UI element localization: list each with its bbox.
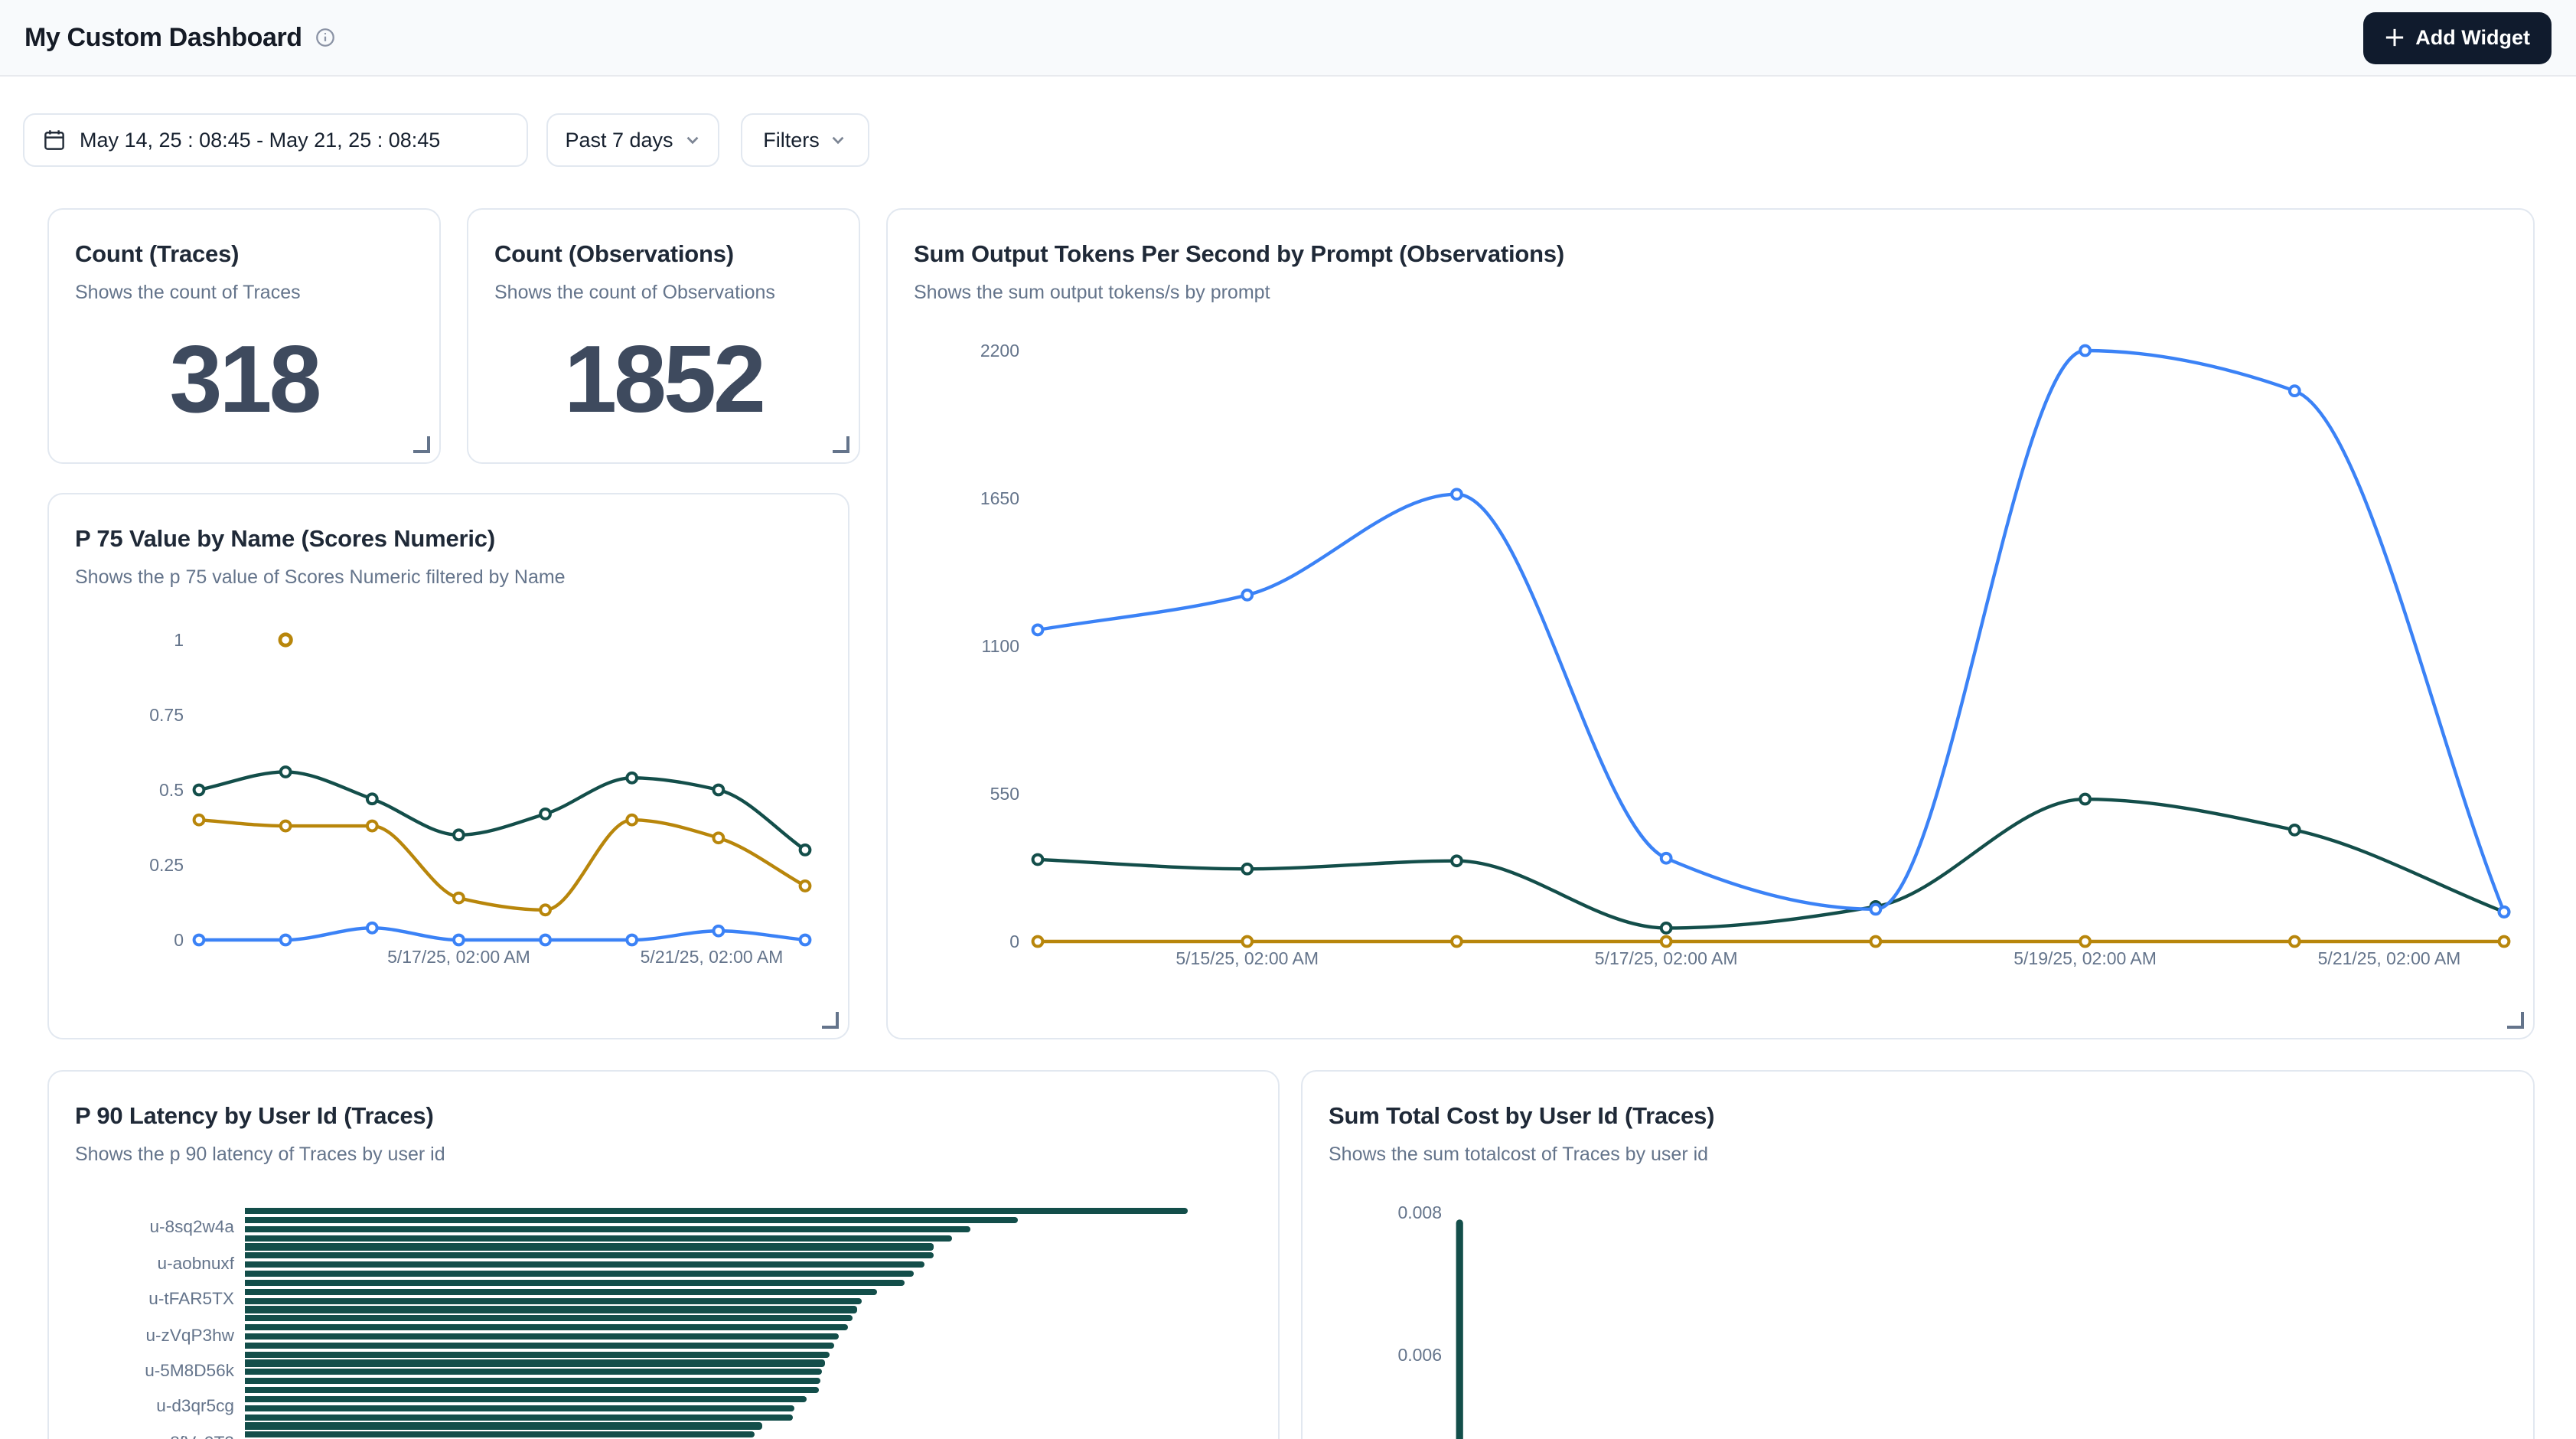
chevron-down-icon	[684, 132, 701, 148]
widget-card-count-traces: Count (Traces) Shows the count of Traces…	[47, 208, 441, 464]
latency-bar	[245, 1414, 793, 1420]
widget-title: Count (Observations)	[494, 242, 859, 269]
user-id-label: u-8fVa9T3	[49, 1434, 234, 1439]
bar-chart-cost: 0.008 0.006	[1303, 1072, 2535, 1439]
latency-bar	[245, 1378, 820, 1384]
time-preset-value: Past 7 days	[565, 129, 673, 152]
user-id-label: u-8sq2w4a	[49, 1219, 234, 1239]
widget-card-p90-latency: P 90 Latency by User Id (Traces) Shows t…	[47, 1070, 1280, 1439]
widget-subtitle: Shows the count of Traces	[75, 282, 413, 303]
filters-label: Filters	[763, 129, 820, 152]
line-chart-tokens: 0 550 1100 1650 2200 5/15/25, 02:00 AM 5/17/25…	[888, 210, 2535, 1039]
svg-text:550: 550	[990, 784, 1019, 804]
resize-handle-icon[interactable]	[2507, 1012, 2524, 1029]
filters-dropdown[interactable]: Filters	[741, 113, 869, 167]
widget-card-p75-scores: P 75 Value by Name (Scores Numeric) Show…	[47, 493, 849, 1039]
info-icon[interactable]	[316, 28, 336, 47]
latency-bar	[245, 1271, 915, 1277]
page-title: My Custom Dashboard	[24, 22, 302, 53]
latency-bar	[245, 1235, 952, 1241]
dashboard-page: My Custom Dashboard Add Widget May 14, 2…	[0, 0, 2576, 1439]
svg-text:5/19/25, 02:00 AM: 5/19/25, 02:00 AM	[2014, 948, 2157, 968]
user-id-label: u-d3qr5cg	[49, 1398, 234, 1418]
latency-bar	[245, 1423, 761, 1429]
big-number-value: 1852	[468, 326, 859, 435]
latency-bar	[245, 1351, 830, 1357]
bar-chart-p90: u-8sq2w4a u-aobnuxf u-tFAR5TX u-zVqP3hw u-5M…	[49, 1072, 1278, 1439]
latency-bar	[245, 1396, 807, 1402]
latency-bar	[245, 1369, 822, 1375]
big-number-value: 318	[49, 326, 439, 435]
latency-bar	[245, 1244, 933, 1250]
latency-bar	[245, 1208, 1188, 1214]
svg-text:0.006: 0.006	[1397, 1345, 1442, 1365]
svg-text:5/17/25, 02:00 AM: 5/17/25, 02:00 AM	[387, 947, 530, 967]
widget-card-total-cost: Sum Total Cost by User Id (Traces) Shows…	[1301, 1070, 2535, 1439]
latency-bar	[245, 1387, 818, 1393]
widget-subtitle: Shows the count of Observations	[494, 282, 833, 303]
user-id-label: u-aobnuxf	[49, 1255, 234, 1274]
latency-bar	[245, 1217, 1018, 1223]
widget-card-tokens-per-second: Sum Output Tokens Per Second by Prompt (…	[886, 208, 2535, 1039]
widget-card-count-observations: Count (Observations) Shows the count of …	[467, 208, 860, 464]
resize-handle-icon[interactable]	[413, 436, 430, 453]
svg-text:0.5: 0.5	[159, 780, 184, 800]
svg-text:5/21/25, 02:00 AM: 5/21/25, 02:00 AM	[641, 947, 784, 967]
latency-bar	[245, 1297, 862, 1304]
line-chart-p75: 0 0.25 0.5 0.75 1 5/17/25, 02:00 AM 5/21/25, 0…	[49, 494, 849, 1039]
latency-bar	[245, 1333, 839, 1339]
user-id-label: u-5M8D56k	[49, 1362, 234, 1382]
add-widget-label: Add Widget	[2415, 26, 2530, 49]
user-id-label: u-tFAR5TX	[49, 1291, 234, 1310]
latency-bar	[245, 1405, 794, 1411]
user-id-label: u-zVqP3hw	[49, 1326, 234, 1346]
resize-handle-icon[interactable]	[833, 436, 849, 453]
calendar-icon	[43, 129, 66, 152]
svg-text:5/17/25, 02:00 AM: 5/17/25, 02:00 AM	[1595, 948, 1738, 968]
resize-handle-icon[interactable]	[822, 1012, 839, 1029]
latency-bar	[245, 1261, 924, 1268]
time-preset-dropdown[interactable]: Past 7 days	[546, 113, 719, 167]
latency-bar	[245, 1288, 876, 1294]
date-range-value: May 14, 25 : 08:45 - May 21, 25 : 08:45	[80, 129, 440, 152]
svg-text:1100: 1100	[982, 636, 1019, 656]
plus-icon	[2385, 28, 2405, 47]
latency-bar	[245, 1432, 754, 1438]
widget-title: Count (Traces)	[75, 242, 439, 269]
svg-text:2200: 2200	[980, 341, 1019, 361]
svg-text:1650: 1650	[980, 488, 1019, 508]
svg-text:5/21/25, 02:00 AM: 5/21/25, 02:00 AM	[2318, 948, 2461, 968]
latency-bar	[245, 1253, 933, 1259]
latency-bar	[245, 1343, 834, 1349]
latency-bar	[245, 1315, 853, 1321]
latency-bar	[245, 1225, 971, 1232]
svg-text:5/15/25, 02:00 AM: 5/15/25, 02:00 AM	[1176, 948, 1319, 968]
svg-text:0: 0	[174, 930, 184, 950]
svg-text:0: 0	[1009, 932, 1019, 951]
page-header: My Custom Dashboard Add Widget	[0, 0, 2576, 77]
svg-text:1: 1	[174, 630, 184, 650]
latency-bar	[245, 1307, 858, 1313]
latency-bar	[245, 1324, 848, 1330]
svg-text:0.008: 0.008	[1397, 1202, 1442, 1222]
latency-bar	[245, 1280, 905, 1286]
chevron-down-icon	[830, 132, 847, 148]
add-widget-button[interactable]: Add Widget	[2363, 11, 2552, 64]
date-range-picker[interactable]: May 14, 25 : 08:45 - May 21, 25 : 08:45	[23, 113, 528, 167]
svg-text:0.75: 0.75	[149, 705, 184, 725]
svg-text:0.25: 0.25	[149, 855, 184, 875]
latency-bar	[245, 1360, 825, 1366]
